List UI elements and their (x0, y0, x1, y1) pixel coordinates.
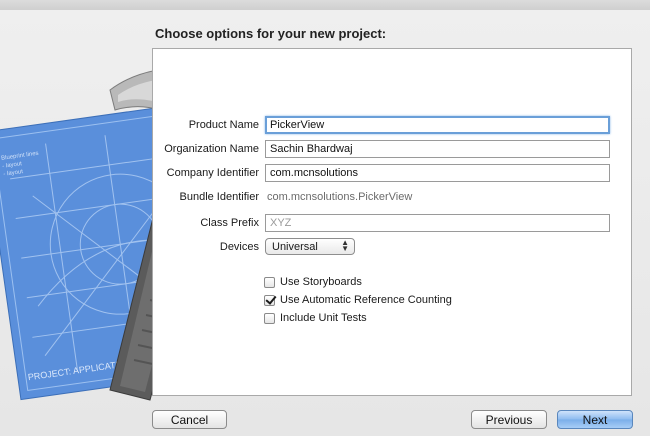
sheet-heading: Choose options for your new project: (155, 26, 387, 41)
product-name-field[interactable] (265, 116, 610, 134)
product-name-row: Product Name (153, 116, 631, 136)
include-unit-tests-checkbox[interactable] (264, 313, 275, 324)
devices-selected-value: Universal (272, 241, 318, 253)
bundle-identifier-row: Bundle Identifier com.mcnsolutions.Picke… (153, 188, 631, 208)
previous-button[interactable]: Previous (471, 410, 547, 429)
svg-text:Blueprint lines: Blueprint lines (1, 151, 39, 162)
use-storyboards-checkbox[interactable] (264, 277, 275, 288)
devices-popup-button[interactable]: Universal ▲ ▼ (265, 238, 355, 255)
window-title-strip (0, 0, 650, 10)
use-storyboards-label: Use Storyboards (280, 276, 362, 288)
company-identifier-field[interactable] (265, 164, 610, 182)
organization-name-row: Organization Name (153, 140, 631, 160)
devices-label: Devices (219, 241, 259, 253)
class-prefix-row: Class Prefix (153, 214, 631, 234)
bundle-identifier-label: Bundle Identifier (179, 191, 260, 203)
company-identifier-label: Company Identifier (166, 167, 259, 179)
blueprint-label: PROJECT: APPLICATION.APP (27, 355, 152, 382)
company-identifier-row: Company Identifier (153, 164, 631, 184)
use-arc-checkbox[interactable] (264, 295, 275, 306)
new-project-sheet: Blueprint lines - layout - layout PROJEC… (0, 10, 650, 436)
up-down-chevron-icon: ▲ ▼ (341, 238, 349, 253)
next-button[interactable]: Next (557, 410, 633, 429)
include-unit-tests-label: Include Unit Tests (280, 312, 367, 324)
svg-text:- layout: - layout (2, 161, 23, 170)
svg-text:- layout: - layout (3, 169, 24, 178)
class-prefix-label: Class Prefix (200, 217, 259, 229)
organization-name-field[interactable] (265, 140, 610, 158)
class-prefix-field[interactable] (265, 214, 610, 232)
bundle-identifier-value: com.mcnsolutions.PickerView (267, 191, 413, 203)
organization-name-label: Organization Name (164, 143, 259, 155)
product-name-label: Product Name (188, 119, 259, 131)
use-arc-label: Use Automatic Reference Counting (280, 294, 452, 306)
cancel-button[interactable]: Cancel (152, 410, 227, 429)
devices-row: Devices Universal ▲ ▼ (153, 238, 631, 258)
